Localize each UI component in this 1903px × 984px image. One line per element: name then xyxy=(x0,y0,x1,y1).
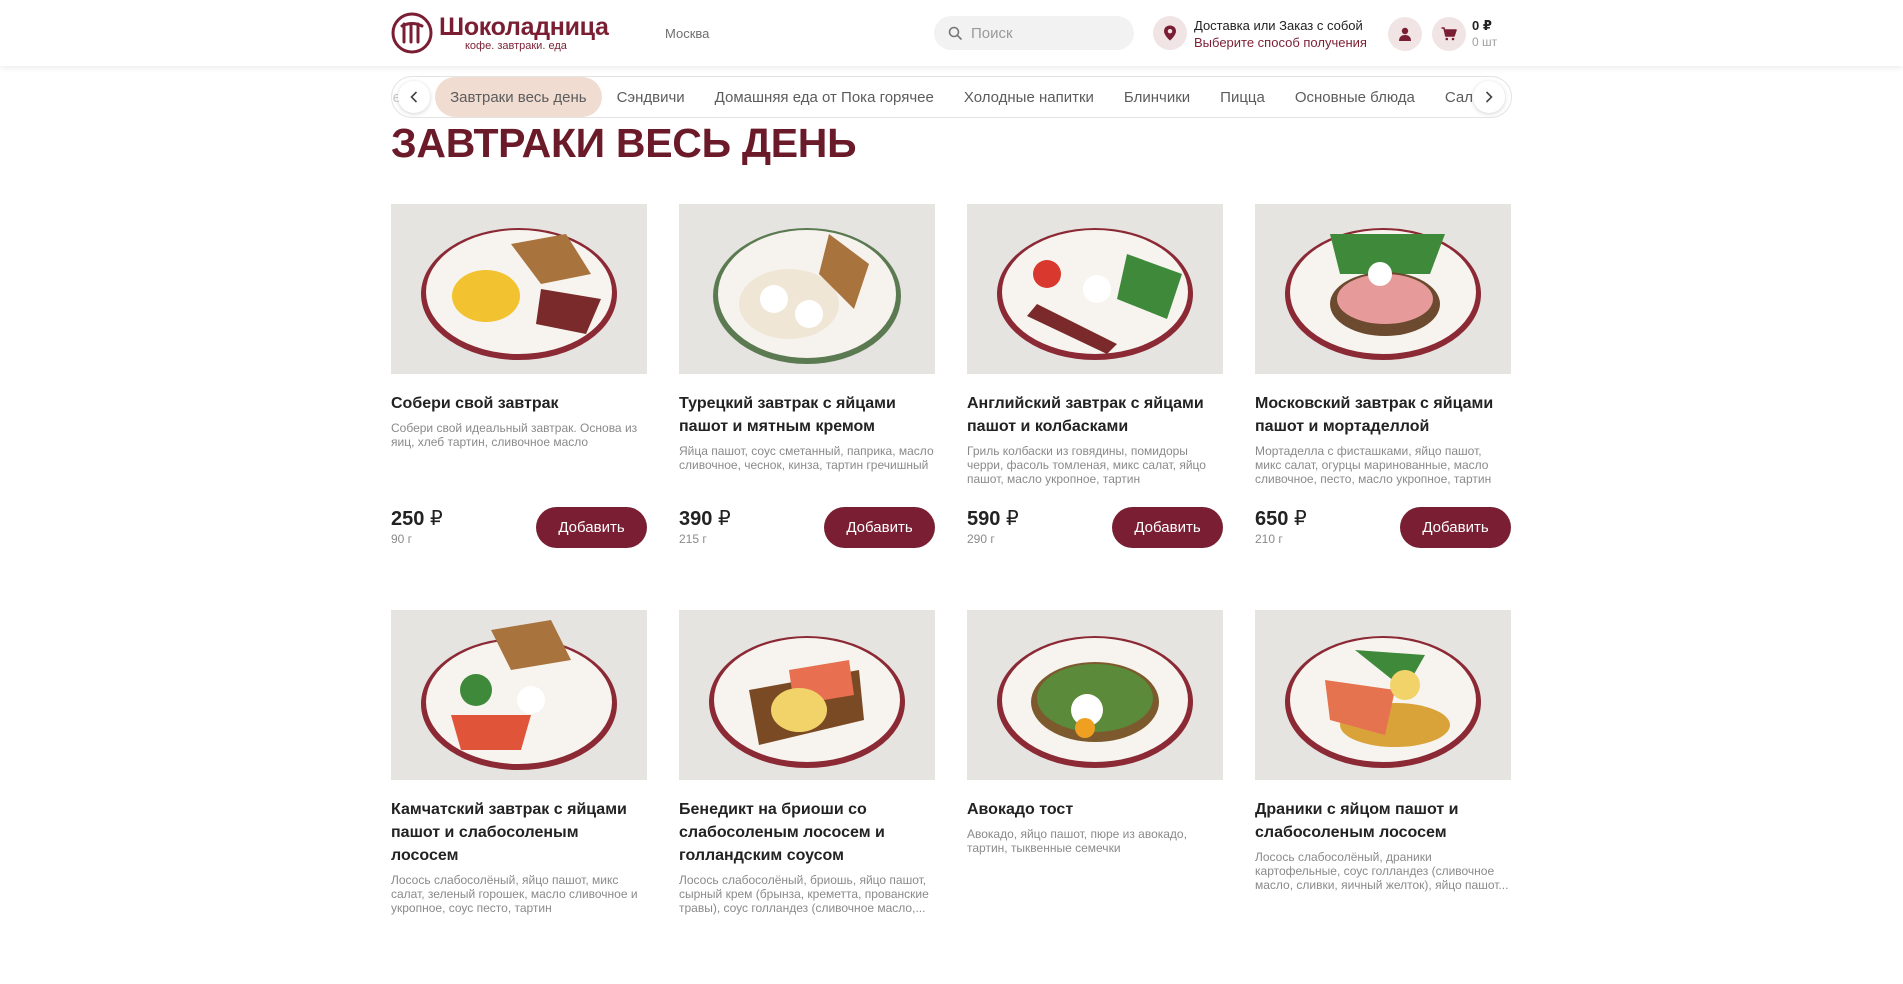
product-card[interactable]: Камчатский завтрак с яйцами пашот и слаб… xyxy=(391,610,647,984)
product-card[interactable]: Английский завтрак с яйцами пашот и колб… xyxy=(967,204,1223,578)
product-card[interactable]: Турецкий завтрак с яйцами пашот и мятным… xyxy=(679,204,935,578)
search-input[interactable] xyxy=(971,24,1121,42)
product-title[interactable]: Бенедикт на бриоши со слабосоленым лосос… xyxy=(679,798,935,867)
dish-photo[interactable] xyxy=(679,610,935,780)
product-title[interactable]: Камчатский завтрак с яйцами пашот и слаб… xyxy=(391,798,647,867)
product-description: Авокадо, яйцо пашот, пюре из авокадо, та… xyxy=(967,827,1187,855)
product-grid: Собери свой завтрак Собери свой идеальный… xyxy=(391,204,1513,984)
category-tab[interactable]: Домашняя еда от Пока горячее xyxy=(700,77,949,117)
price-block: 590 ₽290 г xyxy=(967,506,1019,546)
product-title[interactable]: Драники с яйцом пашот и слабосоленым лос… xyxy=(1255,798,1511,844)
product-weight: 210 г xyxy=(1255,532,1283,546)
product-description: Яйца пашот, соус сметанный, паприка, мас… xyxy=(679,444,934,472)
price-block: 390 ₽215 г xyxy=(679,506,731,546)
product-title[interactable]: Английский завтрак с яйцами пашот и колб… xyxy=(967,392,1223,438)
delivery-location-button[interactable] xyxy=(1153,16,1187,50)
logo-tagline: кофе. завтраки. еда xyxy=(465,40,567,52)
profile-button[interactable] xyxy=(1388,17,1422,51)
price-value: 390 xyxy=(679,508,713,530)
delivery-method[interactable]: Доставка или Заказ с собой Выберите спос… xyxy=(1194,17,1367,51)
product-card[interactable]: Авокадо тост Авокадо, яйцо пашот, пюре из… xyxy=(967,610,1223,984)
delivery-title: Доставка или Заказ с собой xyxy=(1194,18,1363,33)
search-box[interactable] xyxy=(934,16,1134,50)
dish-photo[interactable] xyxy=(391,204,647,374)
user-icon xyxy=(1399,27,1411,41)
category-tab[interactable]: Пицца xyxy=(1205,77,1280,117)
category-tab[interactable]: Завтраки весь день xyxy=(435,77,602,117)
product-price: 390 ₽ xyxy=(679,506,731,531)
dish-photo[interactable] xyxy=(391,610,647,780)
price-value: 650 xyxy=(1255,508,1289,530)
product-title[interactable]: Авокадо тост xyxy=(967,798,1223,821)
product-card[interactable]: Бенедикт на бриоши со слабосоленым лосос… xyxy=(679,610,935,984)
currency-symbol: ₽ xyxy=(1005,508,1019,530)
category-tab[interactable]: Блинчики xyxy=(1109,77,1205,117)
cart-summary[interactable]: 0 ₽ 0 шт xyxy=(1472,17,1497,51)
delivery-link[interactable]: Выберите способ получения xyxy=(1194,34,1367,51)
logo-name: Шоколадница xyxy=(439,13,609,41)
cart-count: 0 шт xyxy=(1472,35,1498,49)
price-block: 650 ₽210 г xyxy=(1255,506,1307,546)
add-to-cart-button[interactable]: Добавить xyxy=(1112,507,1223,548)
product-weight: 290 г xyxy=(967,532,995,546)
dish-photo[interactable] xyxy=(967,204,1223,374)
product-title[interactable]: Московский завтрак с яйцами пашот и морт… xyxy=(1255,392,1511,438)
dish-photo[interactable] xyxy=(1255,204,1511,374)
category-scroll-right[interactable] xyxy=(1473,81,1505,113)
product-description: Лосось слабосолёный, бриошь, яйцо пашот,… xyxy=(679,873,929,915)
currency-symbol: ₽ xyxy=(429,508,443,530)
page-title: ЗАВТРАКИ ВЕСЬ ДЕНЬ xyxy=(391,120,857,166)
logo[interactable]: Шоколадница кофе. завтраки. еда xyxy=(391,12,609,54)
dish-photo[interactable] xyxy=(679,204,935,374)
currency-symbol: ₽ xyxy=(717,508,731,530)
category-tab[interactable]: Основные блюда xyxy=(1280,77,1430,117)
price-value: 590 xyxy=(967,508,1001,530)
product-price: 250 ₽ xyxy=(391,506,443,531)
logo-mark-icon xyxy=(391,12,433,54)
add-to-cart-button[interactable]: Добавить xyxy=(1400,507,1511,548)
category-tab[interactable]: Холодные напитки xyxy=(949,77,1109,117)
category-scroll-left[interactable] xyxy=(398,81,430,113)
category-bar: СтартерыЗавтраки весь деньСэндвичиДомашн… xyxy=(391,76,1512,118)
product-description: Собери свой идеальный завтрак. Основа из… xyxy=(391,421,638,449)
product-description: Лосось слабосолёный, драники картофельны… xyxy=(1255,850,1509,892)
cart-button[interactable] xyxy=(1432,17,1466,51)
chevron-right-icon xyxy=(1485,91,1493,103)
product-price: 590 ₽ xyxy=(967,506,1019,531)
price-block: 250 ₽90 г xyxy=(391,506,443,546)
add-to-cart-button[interactable]: Добавить xyxy=(824,507,935,548)
product-description: Лосось слабосолёный, яйцо пашот, микс са… xyxy=(391,873,638,915)
chevron-left-icon xyxy=(410,91,418,103)
category-list: СтартерыЗавтраки весь деньСэндвичиДомашн… xyxy=(392,77,1511,117)
product-card[interactable]: Собери свой завтрак Собери свой идеальный… xyxy=(391,204,647,578)
cart-icon xyxy=(1441,27,1457,41)
category-tab[interactable]: Сэндвичи xyxy=(602,77,700,117)
dish-photo[interactable] xyxy=(967,610,1223,780)
product-weight: 215 г xyxy=(679,532,707,546)
product-description: Гриль колбаски из говядины, помидоры чер… xyxy=(967,444,1206,486)
currency-symbol: ₽ xyxy=(1293,508,1307,530)
site-header: Шоколадница кофе. завтраки. еда Москва Д… xyxy=(0,0,1903,66)
add-to-cart-button[interactable]: Добавить xyxy=(536,507,647,548)
product-description: Мортаделла с фисташками, яйцо пашот, мик… xyxy=(1255,444,1492,486)
product-weight: 90 г xyxy=(391,532,413,546)
city-selector[interactable]: Москва xyxy=(665,26,709,41)
product-card[interactable]: Драники с яйцом пашот и слабосоленым лос… xyxy=(1255,610,1511,984)
dish-photo[interactable] xyxy=(1255,610,1511,780)
price-value: 250 xyxy=(391,508,425,530)
product-price: 650 ₽ xyxy=(1255,506,1307,531)
search-icon xyxy=(948,26,962,40)
location-pin-icon xyxy=(1164,25,1176,41)
product-title[interactable]: Собери свой завтрак xyxy=(391,392,647,415)
cart-total: 0 ₽ xyxy=(1472,18,1492,33)
product-title[interactable]: Турецкий завтрак с яйцами пашот и мятным… xyxy=(679,392,935,438)
product-card[interactable]: Московский завтрак с яйцами пашот и морт… xyxy=(1255,204,1511,578)
